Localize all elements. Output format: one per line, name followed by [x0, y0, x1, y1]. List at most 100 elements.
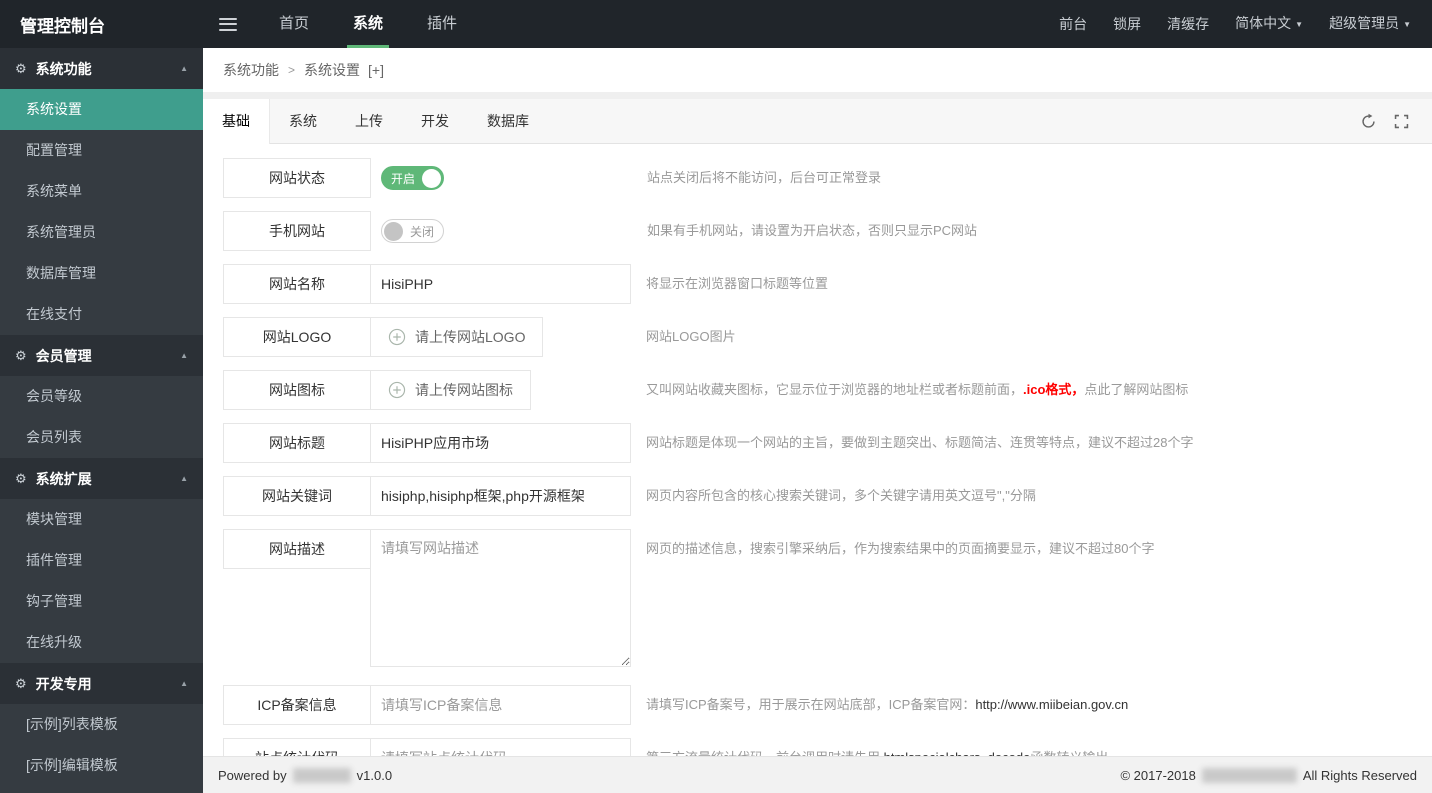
gear-icon: ⚙ [15, 470, 27, 486]
field-help: 网站标题是体现一个网站的主旨，要做到主题突出、标题简洁、连贯等特点，建议不超过2… [646, 423, 1412, 463]
textarea-input[interactable] [370, 529, 631, 667]
redacted-text [1201, 767, 1297, 783]
help-text-dark: http://www.miibeian.gov.cn [975, 697, 1129, 712]
sidebar-item[interactable]: 数据库管理 [0, 253, 203, 294]
topbar-action[interactable]: 锁屏 [1100, 0, 1154, 48]
sidebar-section-title: 会员管理 [35, 347, 92, 364]
field-help: 请填写ICP备案号，用于展示在网站底部，ICP备案官网：http://www.m… [646, 685, 1412, 725]
help-text: 网页的描述信息，搜索引擎采纳后，作为搜索结果中的页面摘要显示，建议不超过80个字 [646, 541, 1155, 556]
field-label: 网站状态 [223, 158, 371, 198]
fullscreen-icon[interactable] [1393, 113, 1410, 130]
help-text: 站点关闭后将不能访问，后台可正常登录 [647, 170, 882, 185]
upload-button-label: 请上传网站图标 [415, 382, 513, 398]
topbar-action[interactable]: 清缓存 [1154, 0, 1222, 48]
menu-toggle-icon[interactable] [219, 17, 237, 31]
field-help: 网页内容所包含的核心搜索关键词，多个关键字请用英文逗号","分隔 [646, 476, 1412, 516]
sidebar-item[interactable]: 模块管理 [0, 499, 203, 540]
field-label: 网站关键词 [223, 476, 371, 516]
topnav-item[interactable]: 系统 [331, 0, 405, 48]
field-help: 又叫网站收藏夹图标，它显示位于浏览器的地址栏或者标题前面，.ico格式，点此了解… [646, 370, 1412, 410]
field-control [370, 685, 631, 725]
footer-copyright: © 2017-2018 All Rights Reserved [1120, 767, 1417, 783]
text-input[interactable] [370, 423, 631, 463]
sidebar-section-header[interactable]: ⚙ 系统功能 ▲ [0, 48, 203, 89]
sidebar: ⚙ 系统功能 ▲ 系统设置 配置管理 系统菜单 系统管理员 数据库管理 在线支付 ⚙ 会员管理 ▲ 会员… [0, 48, 203, 793]
topbar-action[interactable]: 简体中文 ▼ [1222, 0, 1316, 49]
refresh-icon[interactable] [1360, 113, 1377, 130]
sidebar-item[interactable]: [示例]编辑模板 [0, 745, 203, 786]
sidebar-section-title: 系统扩展 [35, 470, 92, 487]
sidebar-section-header[interactable]: ⚙ 会员管理 ▲ [0, 335, 203, 376]
sidebar-item[interactable]: 会员列表 [0, 417, 203, 458]
sidebar-item[interactable]: 系统菜单 [0, 171, 203, 212]
sidebar-section-header[interactable]: ⚙ 系统扩展 ▲ [0, 458, 203, 499]
field-label: 网站LOGO [223, 317, 371, 357]
text-input[interactable] [370, 264, 631, 304]
sidebar-item[interactable]: [示例]列表模板 [0, 704, 203, 745]
breadcrumb-item-parent[interactable]: 系统功能 [223, 60, 279, 80]
tab[interactable]: 系统 [270, 99, 336, 143]
gear-icon: ⚙ [15, 347, 27, 363]
form-row: 网站LOGO 请上传网站LOGO 网站LOGO图片 [223, 317, 1412, 357]
toggle-knob [422, 168, 442, 188]
basic-settings-form: 网站状态 开启 站点关闭后将不能访问，后台可正常登录手机网站 关闭 如果有手机网站，请设… [203, 144, 1432, 778]
admin-console: 管理控制台 首页 系统 插件 前台 锁屏 清缓存 简体中文 ▼ 超级管理员 ▼ ⚙ 系统功能 ▲ 系统… [0, 0, 1432, 793]
footer-text: © 2017-2018 [1120, 767, 1196, 783]
tab[interactable]: 基础 [203, 99, 270, 144]
upload-button[interactable]: 请上传网站图标 [370, 370, 531, 410]
chevron-up-icon: ▲ [180, 64, 188, 73]
tab[interactable]: 数据库 [468, 99, 548, 143]
text-input[interactable] [370, 476, 631, 516]
chevron-up-icon: ▲ [180, 679, 188, 688]
help-text: 请填写ICP备案号，用于展示在网站底部，ICP备案官网： [646, 697, 976, 712]
topnav-item[interactable]: 首页 [257, 0, 331, 48]
topbar-action[interactable]: 超级管理员 ▼ [1316, 0, 1424, 49]
app-title: 管理控制台 [20, 16, 105, 36]
sidebar-item[interactable]: 插件管理 [0, 540, 203, 581]
help-text: 又叫网站收藏夹图标，它显示位于浏览器的地址栏或者标题前面， [646, 382, 1024, 397]
tab-list: 基础 系统 上传 开发 数据库 [203, 99, 548, 144]
help-text-red: .ico格式， [1023, 382, 1085, 397]
help-text: 网站LOGO图片 [646, 329, 736, 344]
upload-button[interactable]: 请上传网站LOGO [370, 317, 544, 357]
tab[interactable]: 开发 [402, 99, 468, 143]
breadcrumb-pin-button[interactable]: [+] [368, 62, 384, 78]
form-row: 网站名称 将显示在浏览器窗口标题等位置 [223, 264, 1412, 304]
help-text: 网页内容所包含的核心搜索关键词，多个关键字请用英文逗号","分隔 [646, 488, 1036, 503]
tab-actions [1360, 99, 1432, 143]
topnav-item[interactable]: 插件 [405, 0, 479, 48]
sidebar-item[interactable]: 会员等级 [0, 376, 203, 417]
form-row: 网站图标 请上传网站图标 又叫网站收藏夹图标，它显示位于浏览器的地址栏或者标题前面，… [223, 370, 1412, 410]
form-row: 网站关键词 网页内容所包含的核心搜索关键词，多个关键字请用英文逗号","分隔 [223, 476, 1412, 516]
toggle-on[interactable]: 开启 [381, 166, 445, 190]
help-text: 点此了解网站图标 [1084, 382, 1189, 397]
sidebar-item[interactable]: 在线升级 [0, 622, 203, 663]
field-control [370, 423, 631, 463]
field-control [370, 529, 631, 672]
breadcrumb-item-current[interactable]: 系统设置 [304, 60, 360, 80]
tab[interactable]: 上传 [336, 99, 402, 143]
field-control [370, 476, 631, 516]
topbar-action[interactable]: 前台 [1046, 0, 1100, 48]
sidebar-section-header[interactable]: ⚙ 开发专用 ▲ [0, 663, 203, 704]
sidebar-item[interactable]: 配置管理 [0, 130, 203, 171]
field-help: 站点关闭后将不能访问，后台可正常登录 [647, 158, 1412, 198]
sidebar-item[interactable]: 系统管理员 [0, 212, 203, 253]
text-input[interactable] [370, 685, 631, 725]
toggle-label: 开启 [391, 171, 416, 186]
field-label: 网站名称 [223, 264, 371, 304]
topbar: 管理控制台 首页 系统 插件 前台 锁屏 清缓存 简体中文 ▼ 超级管理员 ▼ [0, 0, 1432, 48]
sidebar-item[interactable]: 在线支付 [0, 294, 203, 335]
footer-text: Powered by [218, 767, 287, 783]
topbar-actions: 前台 锁屏 清缓存 简体中文 ▼ 超级管理员 ▼ [1046, 0, 1432, 49]
sidebar-item[interactable]: 系统设置 [0, 89, 203, 130]
sidebar-item[interactable]: 钩子管理 [0, 581, 203, 622]
help-text: 网站标题是体现一个网站的主旨，要做到主题突出、标题简洁、连贯等特点，建议不超过2… [646, 435, 1194, 450]
chevron-up-icon: ▲ [180, 474, 188, 483]
top-nav: 首页 系统 插件 [257, 0, 479, 48]
form-row: 手机网站 关闭 如果有手机网站，请设置为开启状态，否则只显示PC网站 [223, 211, 1412, 251]
field-control [370, 264, 631, 304]
gear-icon: ⚙ [15, 675, 27, 691]
toggle-off[interactable]: 关闭 [381, 219, 445, 243]
footer-powered-by: Powered by v1.0.0 [218, 767, 392, 783]
